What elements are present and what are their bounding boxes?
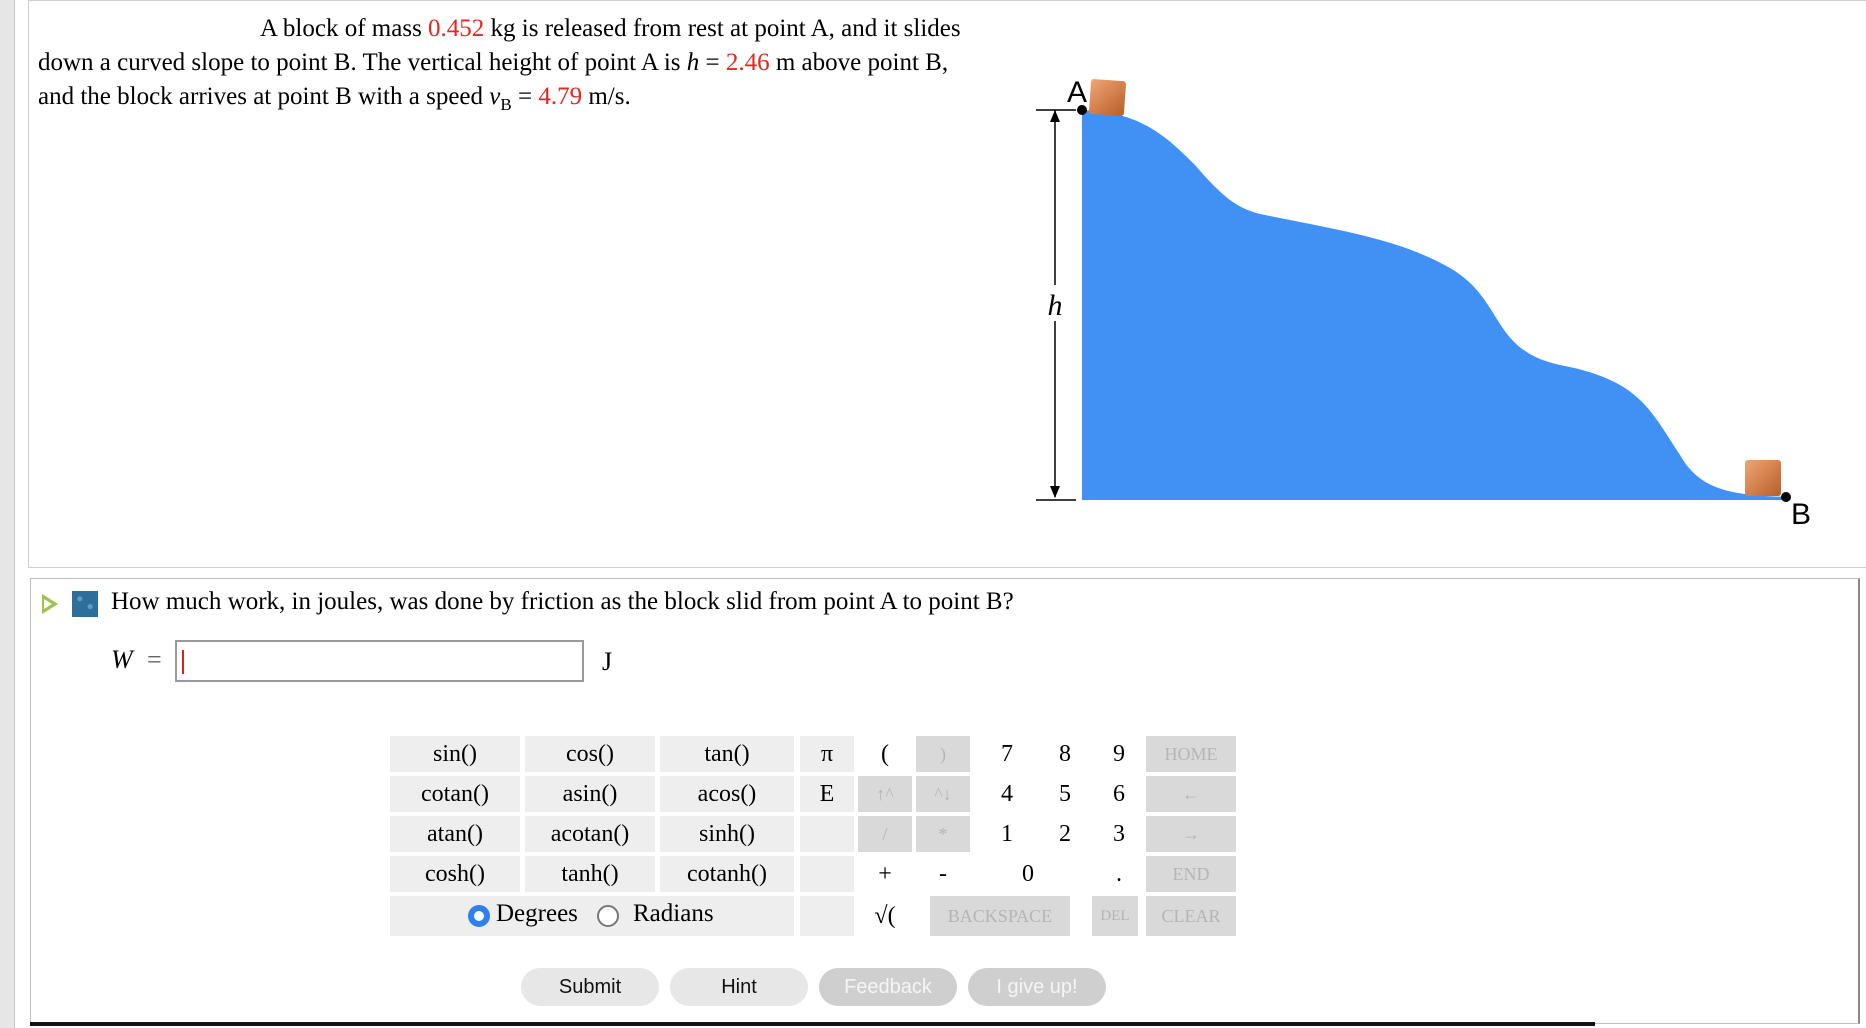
h-label: h	[1048, 289, 1063, 322]
answer-unit: J	[602, 647, 613, 676]
key-acos[interactable]: acos()	[660, 776, 794, 812]
height-value: 2.46	[725, 49, 770, 76]
key-right-arrow[interactable]: →	[1146, 816, 1236, 852]
key-7[interactable]: 7	[980, 736, 1034, 772]
key-2[interactable]: 2	[1038, 816, 1092, 852]
key-tan[interactable]: tan()	[660, 736, 794, 772]
key-left-arrow[interactable]: ←	[1146, 776, 1236, 812]
answer-variable: W	[111, 645, 133, 674]
key-clear[interactable]: CLEAR	[1146, 896, 1236, 936]
question-status-icon	[72, 591, 98, 617]
key-sin[interactable]: sin()	[390, 736, 520, 772]
radians-label: Radians	[633, 900, 714, 927]
key-divide[interactable]: /	[858, 816, 912, 852]
key-blank-3	[800, 896, 854, 936]
key-plus[interactable]: +	[858, 856, 912, 892]
mass-value: 0.452	[428, 15, 485, 42]
question-frame-bottom	[30, 1022, 1595, 1026]
key-end[interactable]: END	[1146, 856, 1236, 892]
angle-mode-row	[390, 896, 794, 936]
key-cos[interactable]: cos()	[525, 736, 655, 772]
slope-diagram: h A B	[1036, 76, 1811, 531]
key-e[interactable]: E	[800, 776, 854, 812]
degrees-radio[interactable]	[468, 905, 490, 927]
key-move-down[interactable]: ^↓	[916, 776, 970, 812]
key-sinh[interactable]: sinh()	[660, 816, 794, 852]
key-lparen[interactable]: (	[858, 736, 912, 772]
equals-sign: =	[147, 645, 162, 674]
speed-value: 4.79	[538, 83, 583, 110]
key-rparen[interactable]: )	[916, 736, 970, 772]
key-minus[interactable]: -	[916, 856, 970, 892]
key-5[interactable]: 5	[1038, 776, 1092, 812]
play-icon-inner	[44, 599, 52, 609]
give-up-button[interactable]: I give up!	[968, 968, 1106, 1006]
key-blank-1	[800, 816, 854, 852]
slope-shape	[1082, 110, 1786, 500]
key-cosh[interactable]: cosh()	[390, 856, 520, 892]
key-9[interactable]: 9	[1096, 736, 1142, 772]
key-sqrt[interactable]: √(	[858, 896, 912, 936]
submit-button[interactable]: Submit	[521, 968, 659, 1006]
point-b-label: B	[1791, 498, 1811, 531]
answer-input[interactable]	[175, 640, 584, 682]
point-a-label: A	[1067, 76, 1087, 109]
key-cotanh[interactable]: cotanh()	[660, 856, 794, 892]
key-backspace[interactable]: BACKSPACE	[930, 896, 1070, 936]
hint-button[interactable]: Hint	[670, 968, 808, 1006]
radians-radio[interactable]	[597, 905, 619, 927]
block-at-a	[1088, 79, 1126, 117]
question-text: How much work, in joules, was done by fr…	[111, 588, 1014, 615]
key-tanh[interactable]: tanh()	[525, 856, 655, 892]
key-del[interactable]: DEL	[1092, 896, 1138, 936]
key-acotan[interactable]: acotan()	[525, 816, 655, 852]
block-at-b	[1745, 460, 1781, 496]
degrees-label: Degrees	[496, 900, 578, 927]
text-cursor	[182, 650, 184, 674]
key-8[interactable]: 8	[1038, 736, 1092, 772]
key-move-up[interactable]: ↑^	[858, 776, 912, 812]
key-0[interactable]: 0	[982, 856, 1074, 892]
key-blank-2	[800, 856, 854, 892]
key-1[interactable]: 1	[980, 816, 1034, 852]
feedback-button[interactable]: Feedback	[819, 968, 957, 1006]
problem-statement: A block of mass 0.452 kg is released fro…	[38, 15, 961, 114]
key-3[interactable]: 3	[1096, 816, 1142, 852]
key-atan[interactable]: atan()	[390, 816, 520, 852]
key-dot[interactable]: .	[1096, 856, 1142, 892]
key-6[interactable]: 6	[1096, 776, 1142, 812]
key-multiply[interactable]: *	[916, 816, 970, 852]
key-pi[interactable]: π	[800, 736, 854, 772]
key-asin[interactable]: asin()	[525, 776, 655, 812]
key-home[interactable]: HOME	[1146, 736, 1236, 772]
left-scrollbar[interactable]	[0, 0, 15, 1028]
key-4[interactable]: 4	[980, 776, 1034, 812]
key-cotan[interactable]: cotan()	[390, 776, 520, 812]
